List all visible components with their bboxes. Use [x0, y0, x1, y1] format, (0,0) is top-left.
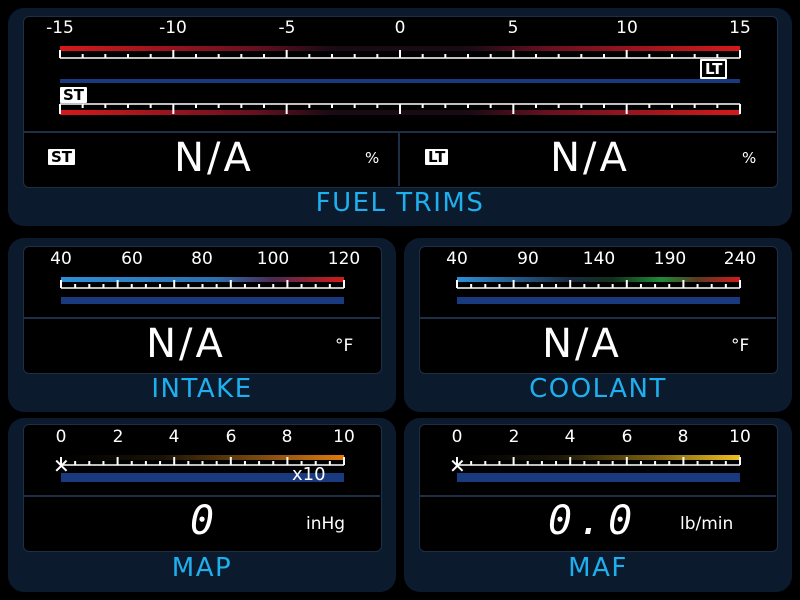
maf-value: 0.0 [548, 498, 639, 544]
maf-label: MAF [568, 553, 628, 583]
maf-needle-marker-icon: ✕ [449, 454, 466, 478]
maf-divider [420, 495, 776, 497]
maf-scale-graphic [456, 455, 741, 482]
maf-unit: lb/min [680, 514, 734, 534]
map-value: 0 [190, 498, 221, 544]
map-label: MAP [171, 553, 233, 583]
map-unit: inHg [306, 514, 346, 534]
